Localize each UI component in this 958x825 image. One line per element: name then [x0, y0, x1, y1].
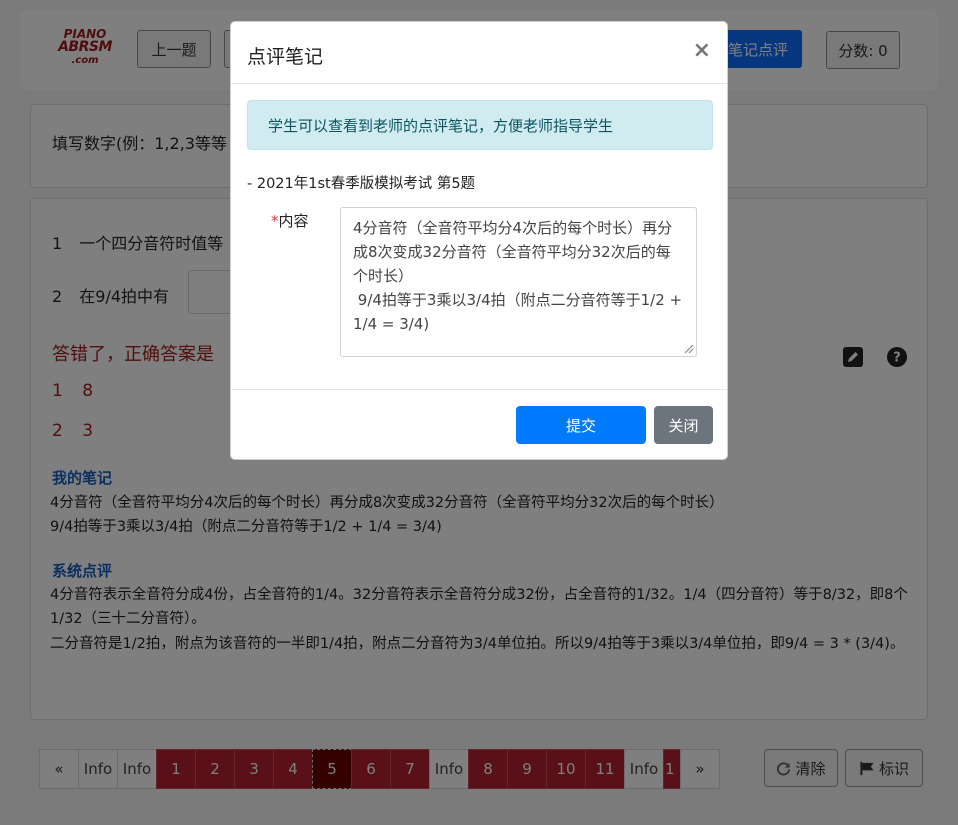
modal-title: 点评笔记	[247, 46, 324, 68]
info-alert: 学生可以查看到老师的点评笔记，方便老师指导学生	[247, 100, 713, 150]
review-notes-modal: 点评笔记 × 学生可以查看到老师的点评笔记，方便老师指导学生 - 2021年1s…	[230, 21, 728, 460]
content-label: *内容	[271, 212, 309, 230]
close-icon[interactable]: ×	[693, 39, 711, 63]
exam-question-ref: - 2021年1st春季版模拟考试 第5题	[247, 176, 476, 192]
submit-button[interactable]: 提交	[516, 406, 646, 444]
close-button[interactable]: 关闭	[654, 406, 713, 444]
content-textarea[interactable]: 4分音符（全音符平均分4次后的每个时长）再分成8次变成32分音符（全音符平均分3…	[340, 207, 697, 357]
resize-grip-icon[interactable]	[682, 342, 694, 354]
modal-footer	[231, 389, 727, 461]
modal-header: 点评笔记 ×	[231, 22, 727, 84]
